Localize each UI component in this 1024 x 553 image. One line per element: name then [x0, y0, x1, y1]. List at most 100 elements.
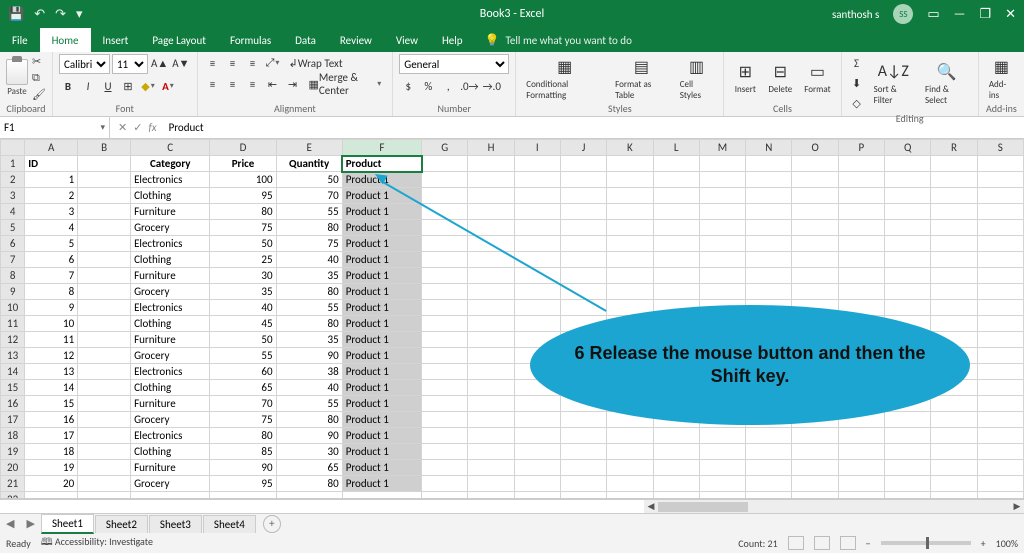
cell[interactable]: [342, 492, 421, 500]
avatar[interactable]: SS: [893, 4, 913, 24]
cut-icon[interactable]: ✂: [32, 55, 46, 68]
underline-button[interactable]: U: [99, 77, 117, 95]
format-cells-button[interactable]: ▭Format: [800, 61, 834, 95]
zoom-out-button[interactable]: −: [866, 537, 871, 550]
tab-home[interactable]: Home: [40, 28, 91, 52]
cell[interactable]: [560, 252, 606, 268]
col-header-J[interactable]: J: [560, 140, 606, 156]
cell[interactable]: [422, 188, 468, 204]
cell-price[interactable]: 100: [210, 172, 276, 188]
cell[interactable]: [78, 460, 131, 476]
cell[interactable]: [838, 476, 884, 492]
cell-category[interactable]: Furniture: [131, 204, 210, 220]
cell[interactable]: [792, 172, 838, 188]
cell-quantity[interactable]: 65: [276, 460, 342, 476]
cell[interactable]: [931, 412, 977, 428]
align-top-button[interactable]: ≡: [204, 54, 222, 72]
col-header-S[interactable]: S: [977, 140, 1023, 156]
cell[interactable]: [78, 492, 131, 500]
cell[interactable]: [468, 316, 514, 332]
cell-product[interactable]: Product 1: [342, 252, 421, 268]
cell[interactable]: [468, 364, 514, 380]
cell[interactable]: [885, 460, 931, 476]
fill-button[interactable]: ⬇: [848, 74, 866, 92]
cell-quantity[interactable]: 55: [276, 396, 342, 412]
cell[interactable]: [792, 268, 838, 284]
cell-product[interactable]: Product 1: [342, 316, 421, 332]
row-header-2[interactable]: 2: [1, 172, 25, 188]
cell[interactable]: [838, 204, 884, 220]
cell[interactable]: [653, 188, 699, 204]
bold-button[interactable]: B: [59, 77, 77, 95]
page-layout-view-button[interactable]: [814, 536, 830, 550]
cell[interactable]: [699, 172, 745, 188]
cell[interactable]: [607, 444, 653, 460]
cell[interactable]: [560, 492, 606, 500]
cell[interactable]: [746, 156, 792, 172]
cell[interactable]: [468, 332, 514, 348]
cell-category-header[interactable]: Category: [131, 156, 210, 172]
cell[interactable]: [977, 460, 1023, 476]
col-header-G[interactable]: G: [422, 140, 468, 156]
save-icon[interactable]: 💾: [8, 7, 24, 22]
cell[interactable]: [468, 444, 514, 460]
cell-category[interactable]: Furniture: [131, 396, 210, 412]
cell[interactable]: [838, 172, 884, 188]
cell[interactable]: [931, 156, 977, 172]
cell[interactable]: [560, 220, 606, 236]
cell[interactable]: [977, 188, 1023, 204]
col-header-E[interactable]: E: [276, 140, 342, 156]
cell[interactable]: [931, 236, 977, 252]
cell-price[interactable]: 75: [210, 412, 276, 428]
cell-product[interactable]: Product 1: [342, 428, 421, 444]
cell[interactable]: [607, 476, 653, 492]
cell[interactable]: [746, 188, 792, 204]
cell[interactable]: [468, 428, 514, 444]
cell[interactable]: [468, 380, 514, 396]
autosum-button[interactable]: Σ: [848, 54, 866, 72]
cell-category[interactable]: Clothing: [131, 252, 210, 268]
cell[interactable]: [607, 156, 653, 172]
cell-price[interactable]: 30: [210, 268, 276, 284]
cell[interactable]: [210, 492, 276, 500]
cell[interactable]: [838, 252, 884, 268]
cell[interactable]: [78, 204, 131, 220]
cell[interactable]: [468, 172, 514, 188]
cell-quantity[interactable]: 35: [276, 332, 342, 348]
align-center-button[interactable]: ≡: [224, 75, 242, 93]
cell-id[interactable]: 7: [25, 268, 78, 284]
cell[interactable]: [885, 492, 931, 500]
cell[interactable]: [607, 220, 653, 236]
row-header-14[interactable]: 14: [1, 364, 25, 380]
cell[interactable]: [468, 412, 514, 428]
cell[interactable]: [422, 492, 468, 500]
cell-id[interactable]: 13: [25, 364, 78, 380]
col-header-N[interactable]: N: [746, 140, 792, 156]
cell[interactable]: [560, 268, 606, 284]
cell[interactable]: [653, 476, 699, 492]
row-header-4[interactable]: 4: [1, 204, 25, 220]
scroll-thumb[interactable]: [658, 502, 748, 512]
cell[interactable]: [78, 300, 131, 316]
cell[interactable]: [78, 428, 131, 444]
cell[interactable]: [746, 236, 792, 252]
cell[interactable]: [931, 300, 977, 316]
cell[interactable]: [931, 252, 977, 268]
row-header-20[interactable]: 20: [1, 460, 25, 476]
cell[interactable]: [514, 316, 560, 332]
cell[interactable]: [560, 236, 606, 252]
cell[interactable]: [977, 428, 1023, 444]
cell[interactable]: [514, 188, 560, 204]
col-header-P[interactable]: P: [838, 140, 884, 156]
zoom-in-button[interactable]: +: [981, 537, 986, 550]
cell[interactable]: [653, 252, 699, 268]
col-header-L[interactable]: L: [653, 140, 699, 156]
align-middle-button[interactable]: ≡: [224, 54, 242, 72]
italic-button[interactable]: I: [79, 77, 97, 95]
cell[interactable]: [422, 332, 468, 348]
new-sheet-button[interactable]: +: [263, 515, 281, 533]
cell[interactable]: [653, 172, 699, 188]
cell[interactable]: [838, 428, 884, 444]
cell-id[interactable]: 15: [25, 396, 78, 412]
cell-quantity[interactable]: 80: [276, 476, 342, 492]
